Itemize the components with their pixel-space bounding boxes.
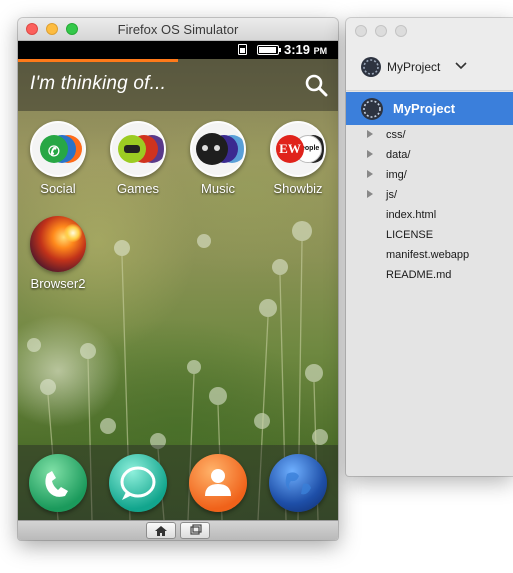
app-grid-row-1: ✆ Social Games Music people EW Showbiz	[18, 121, 338, 211]
project-window: MyProject MyProject css/ data/ img/ js/	[346, 18, 513, 476]
tree-item-readme[interactable]: README.md	[346, 266, 513, 286]
music-collection-icon[interactable]	[190, 121, 246, 177]
disclosure-triangle-icon[interactable]	[367, 190, 373, 198]
tree-item-license[interactable]: LICENSE	[346, 226, 513, 246]
disclosure-triangle-icon[interactable]	[367, 130, 373, 138]
tree-item-css[interactable]: css/	[346, 126, 513, 146]
home-button[interactable]	[146, 522, 176, 539]
selected-project-row[interactable]: MyProject	[346, 92, 513, 125]
phone-screen: 3:19 PM I'm thinking of... ✆ Social Game…	[18, 41, 338, 520]
project-selector-label: MyProject	[387, 60, 441, 74]
app-label: Music	[201, 181, 235, 196]
dock	[18, 445, 338, 520]
app-label: Games	[117, 181, 159, 196]
tree-item-label: index.html	[386, 209, 437, 221]
chevron-down-icon	[455, 62, 467, 70]
tree-item-data[interactable]: data/	[346, 146, 513, 166]
window-title: Firefox OS Simulator	[117, 22, 239, 37]
selected-project-label: MyProject	[393, 101, 456, 116]
tree-item-manifest[interactable]: manifest.webapp	[346, 246, 513, 266]
tree-item-img[interactable]: img/	[346, 166, 513, 186]
disclosure-triangle-icon[interactable]	[367, 170, 373, 178]
software-buttons-bar	[18, 520, 338, 540]
tree-item-index-html[interactable]: index.html	[346, 206, 513, 226]
cards-view-icon	[190, 524, 202, 535]
project-header: MyProject	[346, 44, 513, 91]
games-collection-icon[interactable]	[110, 121, 166, 177]
messages-icon[interactable]	[109, 454, 167, 512]
browser2-app-icon[interactable]	[30, 216, 86, 272]
app-label: Showbiz	[273, 181, 323, 196]
file-tree: css/ data/ img/ js/ index.html LICENSE m…	[346, 126, 513, 286]
sim-card-icon	[238, 44, 247, 55]
app-games[interactable]: Games	[98, 121, 178, 196]
phone-icon[interactable]	[29, 454, 87, 512]
simulator-window: Firefox OS Simulator 3:19 PM I'm thinkin…	[18, 18, 338, 540]
project-icon	[361, 57, 381, 77]
project-selector[interactable]: MyProject	[360, 56, 467, 78]
tree-item-label: LICENSE	[386, 229, 434, 241]
search-progress-bar	[18, 59, 178, 62]
app-social[interactable]: ✆ Social	[18, 121, 98, 196]
tree-item-label: manifest.webapp	[386, 249, 470, 261]
home-icon	[155, 526, 167, 536]
tree-item-label: js/	[386, 189, 397, 201]
search-icon[interactable]	[304, 73, 328, 97]
app-browser2[interactable]: Browser2	[18, 216, 98, 291]
battery-icon	[257, 45, 281, 55]
browser-icon[interactable]	[269, 454, 327, 512]
ew-badge: EW	[276, 135, 304, 163]
status-bar: 3:19 PM	[18, 41, 338, 59]
status-time: 3:19 PM	[284, 42, 328, 57]
disclosure-triangle-icon[interactable]	[367, 150, 373, 158]
maximize-window-button[interactable]	[395, 25, 407, 37]
tree-item-label: data/	[386, 149, 411, 161]
project-titlebar[interactable]	[346, 18, 513, 44]
search-input[interactable]: I'm thinking of...	[30, 73, 166, 95]
app-label: Browser2	[30, 276, 86, 291]
tree-item-label: README.md	[386, 269, 452, 281]
tree-item-label: img/	[386, 169, 407, 181]
app-showbiz[interactable]: people EW Showbiz	[258, 121, 338, 196]
showbiz-collection-icon[interactable]: people EW	[270, 121, 326, 177]
tree-item-js[interactable]: js/	[346, 186, 513, 206]
app-grid-row-2: Browser2	[18, 216, 338, 306]
cards-view-button[interactable]	[180, 522, 210, 539]
simulator-titlebar[interactable]: Firefox OS Simulator	[18, 18, 338, 41]
app-music[interactable]: Music	[178, 121, 258, 196]
close-window-button[interactable]	[355, 25, 367, 37]
social-collection-icon[interactable]: ✆	[30, 121, 86, 177]
minimize-window-button[interactable]	[375, 25, 387, 37]
project-icon	[361, 98, 383, 120]
contacts-icon[interactable]	[189, 454, 247, 512]
app-label: Social	[40, 181, 76, 196]
search-bar[interactable]: I'm thinking of...	[18, 59, 338, 111]
tree-item-label: css/	[386, 129, 406, 141]
